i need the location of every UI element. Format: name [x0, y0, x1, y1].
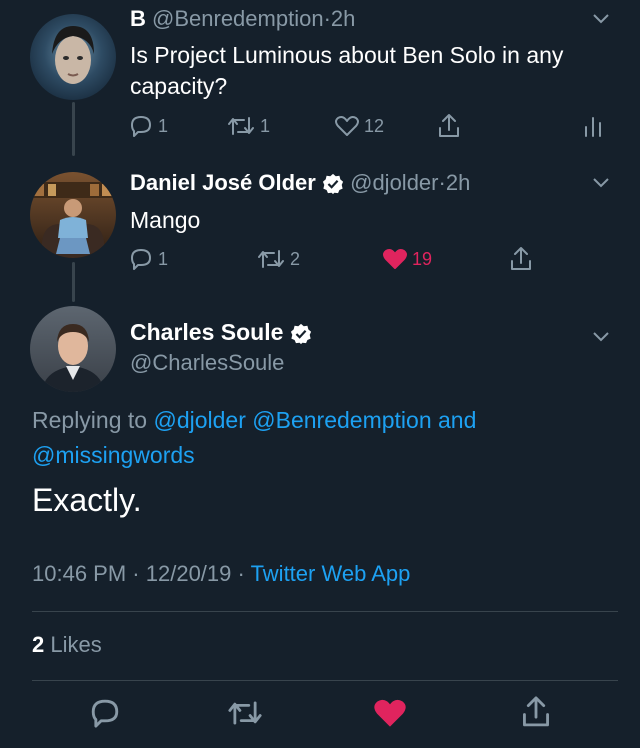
tweet-date[interactable]: 12/20/19	[146, 561, 232, 586]
share-icon	[523, 696, 549, 727]
reply-icon	[131, 116, 151, 137]
reply-button[interactable]: 1	[128, 247, 168, 271]
tweet-actions: 1 1 12	[128, 114, 608, 142]
tweet-source[interactable]: Twitter Web App	[251, 561, 411, 586]
display-name[interactable]: Charles Soule	[130, 319, 283, 345]
separator: ·	[132, 561, 140, 586]
analytics-icon	[585, 117, 601, 137]
timestamp[interactable]: 2h	[446, 170, 470, 195]
share-icon	[439, 114, 459, 137]
like-button[interactable]: 12	[334, 114, 384, 138]
retweet-button[interactable]	[226, 697, 264, 734]
verified-badge-icon	[322, 174, 344, 195]
retweet-count: 2	[290, 248, 301, 269]
mention-and[interactable]: and	[438, 407, 476, 433]
tweet-text: Is Project Luminous about Ben Solo in an…	[130, 42, 564, 99]
share-button[interactable]	[519, 694, 553, 735]
tweet-header: B @Benredemption·2h	[130, 6, 355, 32]
chevron-down-icon[interactable]	[591, 176, 611, 190]
replying-to: Replying to @djolder @Benredemption and …	[32, 403, 592, 473]
retweet-icon	[258, 250, 284, 268]
retweet-button[interactable]: 2	[256, 247, 300, 271]
avatar-djolder[interactable]	[30, 172, 116, 258]
mention-benredemption[interactable]: @Benredemption	[252, 407, 431, 433]
thread-line	[72, 102, 75, 156]
separator: ·	[323, 6, 331, 31]
chevron-down-icon[interactable]	[591, 330, 611, 344]
reply-button[interactable]	[88, 697, 122, 734]
divider	[32, 611, 618, 612]
timestamp[interactable]: 2h	[331, 6, 355, 31]
share-icon	[511, 247, 531, 270]
heart-filled-icon	[374, 699, 406, 727]
chevron-down-icon[interactable]	[591, 12, 611, 26]
like-count: 19	[412, 248, 433, 269]
handle[interactable]: @CharlesSoule	[130, 350, 284, 376]
reply-count: 1	[158, 115, 169, 136]
avatar-benredemption[interactable]	[30, 14, 116, 100]
likes-label: Likes	[50, 632, 102, 657]
share-button[interactable]	[436, 112, 462, 140]
tweet-text: Mango	[130, 207, 201, 233]
thread-line	[72, 262, 75, 302]
heart-filled-icon	[383, 249, 407, 269]
separator: ·	[237, 561, 245, 586]
like-count: 12	[364, 115, 385, 136]
tweet-actions: 1 2 19	[128, 247, 608, 275]
like-button[interactable]	[373, 697, 407, 734]
reply-icon	[91, 699, 119, 728]
likes-summary[interactable]: 2 Likes	[32, 632, 102, 658]
handle[interactable]: @djolder	[350, 170, 438, 195]
avatar-charlessoule[interactable]	[30, 306, 116, 392]
like-button[interactable]: 19	[382, 247, 432, 271]
display-name[interactable]: Daniel José Older	[130, 170, 316, 195]
mention-djolder[interactable]: @djolder	[153, 407, 245, 433]
author-name-row: Charles Soule	[130, 319, 312, 346]
mention-missingwords[interactable]: @missingwords	[32, 442, 195, 468]
analytics-button[interactable]	[582, 114, 604, 138]
reply-button[interactable]: 1	[128, 114, 168, 138]
tweet-text: Exactly.	[32, 482, 142, 518]
likes-count: 2	[32, 632, 45, 657]
tweet-header: Daniel José Older @djolder·2h	[130, 170, 470, 196]
handle[interactable]: @Benredemption	[152, 6, 324, 31]
divider	[32, 680, 618, 681]
tweet-meta: 10:46 PM · 12/20/19 · Twitter Web App	[32, 561, 410, 587]
tweet-time[interactable]: 10:46 PM	[32, 561, 126, 586]
display-name[interactable]: B	[130, 6, 146, 31]
retweet-icon	[228, 117, 254, 135]
share-button[interactable]	[508, 245, 534, 273]
retweet-button[interactable]: 1	[226, 114, 270, 138]
separator: ·	[438, 170, 446, 195]
reply-count: 1	[158, 248, 169, 269]
replying-prefix: Replying to	[32, 407, 148, 433]
verified-badge-icon	[290, 323, 311, 345]
retweet-count: 1	[260, 115, 271, 136]
retweet-icon	[228, 701, 262, 725]
reply-icon	[131, 249, 151, 270]
heart-icon	[335, 116, 359, 136]
